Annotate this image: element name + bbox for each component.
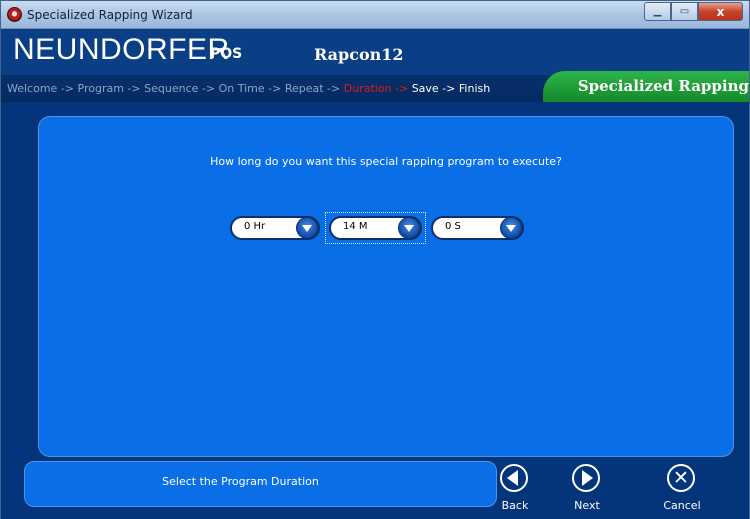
project-name: Rapcon12	[314, 45, 404, 64]
back-label: Back	[501, 499, 529, 512]
maximize-button[interactable]: ▭	[671, 2, 698, 21]
breadcrumb-step-repeat: Repeat	[284, 82, 324, 95]
breadcrumb-separator: ->	[323, 82, 344, 95]
breadcrumb-step-finish: Finish	[458, 82, 491, 95]
hours-select-wrap: 0 Hr	[227, 213, 323, 243]
breadcrumb-separator: ->	[438, 82, 459, 95]
next-arrow-icon	[572, 464, 600, 492]
minutes-value: 14 M	[343, 221, 368, 232]
minutes-select[interactable]: 14 M	[329, 216, 422, 240]
wizard-name: Specialized Rapping	[577, 77, 749, 95]
brand-subtitle: POS	[210, 46, 243, 62]
breadcrumb-step-save: Save	[411, 82, 439, 95]
back-arrow-icon	[500, 464, 528, 492]
close-icon: x	[716, 4, 725, 19]
minimize-button[interactable]: ▁	[644, 2, 671, 21]
breadcrumb-separator: ->	[391, 82, 412, 95]
status-box: Select the Program Duration	[24, 461, 497, 507]
breadcrumb-separator: ->	[123, 82, 145, 95]
app-header: NEUNDORFER POS Rapcon12	[1, 29, 749, 75]
wizard-tab: Specialized Rapping	[543, 71, 749, 102]
breadcrumb-step-welcome: Welcome	[7, 82, 58, 95]
breadcrumb-step-on-time: On Time	[218, 82, 265, 95]
duration-question: How long do you want this special rappin…	[210, 155, 562, 168]
breadcrumb: Welcome -> Program -> Sequence -> On Tim…	[7, 82, 490, 95]
seconds-select[interactable]: 0 S	[431, 216, 524, 240]
maximize-icon: ▭	[679, 6, 690, 17]
breadcrumb-separator: ->	[264, 82, 285, 95]
title-bar[interactable]: Specialized Rapping Wizard ▁ ▭ x	[1, 1, 749, 29]
duration-panel: How long do you want this special rappin…	[38, 116, 734, 457]
window-title: Specialized Rapping Wizard	[27, 8, 193, 22]
breadcrumb-separator: ->	[198, 82, 219, 95]
seconds-select-wrap: 0 S	[428, 213, 527, 243]
window-controls: ▁ ▭ x	[644, 2, 743, 21]
cancel-icon: ✕	[667, 464, 695, 492]
chevron-down-icon[interactable]	[500, 217, 522, 239]
breadcrumb-separator: ->	[57, 82, 78, 95]
next-button[interactable]: Next	[562, 464, 612, 514]
hours-select[interactable]: 0 Hr	[230, 216, 320, 240]
brand-logo: NEUNDORFER	[13, 33, 230, 66]
cancel-label: Cancel	[663, 499, 701, 512]
minutes-select-wrap: 14 M	[325, 212, 426, 244]
hours-value: 0 Hr	[244, 221, 266, 232]
next-label: Next	[574, 499, 600, 512]
status-text: Select the Program Duration	[162, 475, 319, 488]
wizard-window: Specialized Rapping Wizard ▁ ▭ x NEUNDOR…	[0, 0, 750, 519]
back-button[interactable]: Back	[490, 464, 540, 514]
minimize-icon: ▁	[653, 6, 662, 17]
breadcrumb-step-program: Program	[77, 82, 124, 95]
breadcrumb-step-sequence: Sequence	[144, 82, 199, 95]
seconds-value: 0 S	[445, 221, 461, 232]
chevron-down-icon[interactable]	[296, 217, 318, 239]
breadcrumb-step-duration: Duration	[343, 82, 392, 95]
cancel-button[interactable]: ✕ Cancel	[657, 464, 707, 514]
app-icon	[7, 7, 22, 22]
close-button[interactable]: x	[698, 2, 743, 21]
chevron-down-icon[interactable]	[398, 217, 420, 239]
